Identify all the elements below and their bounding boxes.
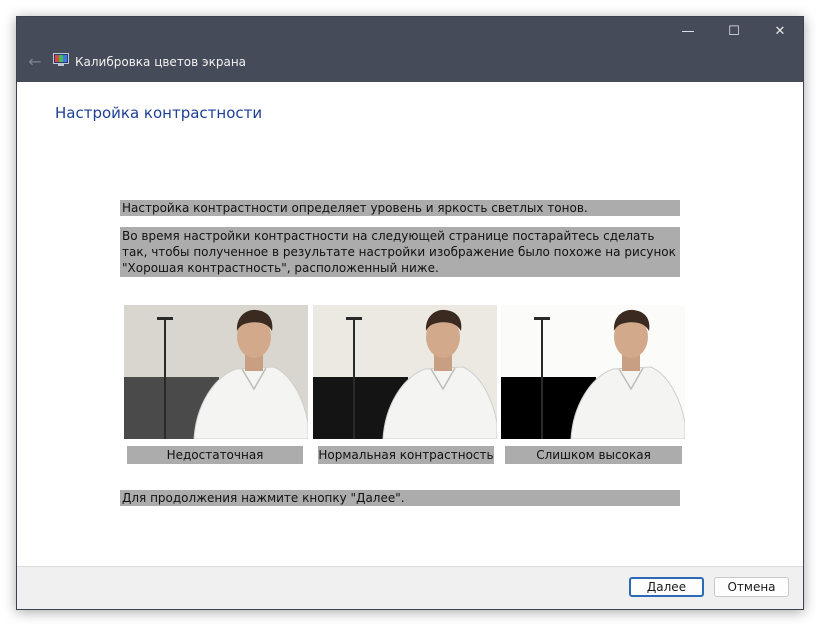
continue-hint-text: Для продолжения нажмите кнопку "Далее".: [120, 490, 680, 506]
instruction-text: Во время настройки контрастности на след…: [120, 227, 680, 277]
title-bar: — ☐ ✕ ← Калибровка цветов экрана: [17, 17, 803, 82]
minimize-button[interactable]: —: [665, 17, 711, 47]
close-button[interactable]: ✕: [757, 17, 803, 47]
back-arrow-icon[interactable]: ←: [23, 51, 47, 73]
maximize-button[interactable]: ☐: [711, 17, 757, 47]
stand-pole: [541, 319, 543, 439]
stand-pole: [353, 319, 355, 439]
monitor-color-icon: [53, 53, 69, 66]
button-bar: Далее Отмена: [17, 566, 803, 609]
sample-image-normal-contrast: [313, 305, 497, 439]
stand-pole: [164, 319, 166, 439]
caption-normal-contrast: Нормальная контрастность: [318, 446, 494, 464]
cancel-button[interactable]: Отмена: [714, 577, 789, 597]
window-title: Калибровка цветов экрана: [75, 55, 247, 69]
intro-text: Настройка контрастности определяет урове…: [120, 200, 680, 216]
calibration-window: — ☐ ✕ ← Калибровка цветов экрана Настрой…: [16, 16, 804, 610]
caption-low-contrast: Недостаточная: [127, 446, 303, 464]
stand-top: [157, 317, 173, 320]
next-button[interactable]: Далее: [629, 577, 704, 597]
sample-image-low-contrast: [124, 305, 308, 439]
sample-image-high-contrast: [501, 305, 685, 439]
page-heading: Настройка контрастности: [55, 104, 263, 122]
caption-high-contrast: Слишком высокая: [505, 446, 682, 464]
stand-top: [346, 317, 362, 320]
stand-top: [534, 317, 550, 320]
